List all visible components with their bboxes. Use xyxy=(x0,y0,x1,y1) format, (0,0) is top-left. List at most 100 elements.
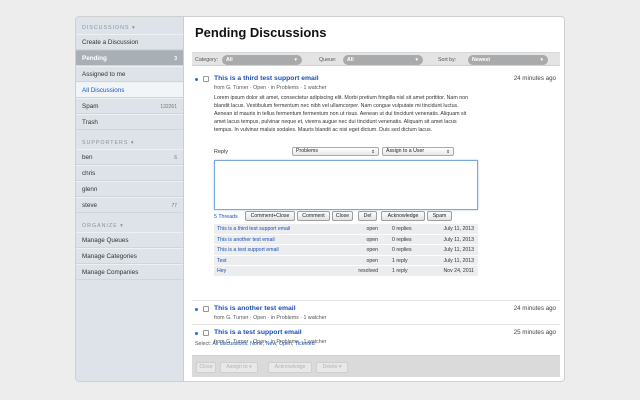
related-thread-replies: 0 replies xyxy=(392,236,412,243)
related-thread-row[interactable]: This is a test support email open 0 repl… xyxy=(214,245,478,256)
sidebar-item-label: glenn xyxy=(82,186,98,193)
bulk-close-button[interactable]: Close xyxy=(196,362,216,373)
app-window: DISCUSSIONS ▾ Create a Discussion Pendin… xyxy=(75,16,565,382)
queue-filter-select[interactable]: All ▼ xyxy=(343,55,423,65)
sidebar-section-discussions[interactable]: DISCUSSIONS ▾ xyxy=(76,17,183,34)
sidebar-item-supporter-ben[interactable]: ben 6 xyxy=(76,149,183,165)
related-thread-status: open xyxy=(366,236,378,243)
thread-checkbox[interactable] xyxy=(203,306,209,312)
unread-dot-icon xyxy=(195,78,198,81)
assign-user-select[interactable]: Assign to a User ⇕ xyxy=(382,147,454,156)
sidebar-item-manage-categories[interactable]: Manage Categories xyxy=(76,248,183,264)
select-none-link[interactable]: None xyxy=(250,341,263,347)
close-button[interactable]: Close xyxy=(332,211,353,221)
assign-user-value: Assign to a User xyxy=(386,148,425,154)
sidebar-item-label: Manage Companies xyxy=(82,269,139,276)
related-thread-title[interactable]: This is another test email xyxy=(217,235,275,246)
bulk-delete-button[interactable]: Delete ▾ xyxy=(316,362,348,373)
related-thread-title[interactable]: Test xyxy=(217,256,227,267)
sidebar-item-manage-queues[interactable]: Manage Queues xyxy=(76,232,183,248)
bulk-actions-bar: Close Assign to ▾ Acknowledge Delete ▾ xyxy=(192,355,560,377)
sidebar-item-supporter-steve[interactable]: steve 77 xyxy=(76,197,183,213)
thread-checkbox[interactable] xyxy=(203,76,209,82)
queue-filter-value: All xyxy=(347,57,354,63)
queue-filter-label: Queue: xyxy=(319,57,337,63)
select-all-link[interactable]: All discussions xyxy=(212,341,247,347)
related-thread-status: open xyxy=(366,257,378,264)
sidebar-item-assigned-to-me[interactable]: Assigned to me xyxy=(76,66,183,82)
bulk-acknowledge-button[interactable]: Acknowledge xyxy=(268,362,312,373)
related-thread-title[interactable]: This is a test support email xyxy=(217,245,279,256)
related-thread-status: open xyxy=(366,247,378,253)
chevron-down-icon: ▼ xyxy=(414,57,419,62)
sidebar-item-label: steve xyxy=(82,202,98,209)
select-prefix: Select: xyxy=(195,341,212,347)
related-thread-replies: 0 replies xyxy=(392,226,412,232)
related-thread-title[interactable]: Hey xyxy=(217,266,226,277)
threads-count-link[interactable]: 5 Threads xyxy=(214,214,238,220)
unread-dot-icon xyxy=(195,308,198,311)
delete-button[interactable]: Del xyxy=(358,211,377,221)
sort-value: Newest xyxy=(472,57,491,63)
sidebar-section-supporters[interactable]: SUPPORTERS ▾ xyxy=(76,130,183,149)
sidebar-item-spam[interactable]: Spam 132261 xyxy=(76,98,183,114)
sidebar-item-trash[interactable]: Trash xyxy=(76,114,183,130)
related-thread-date: July 11, 2013 xyxy=(443,236,474,243)
related-thread-row[interactable]: Test open 1 reply July 11, 2013 xyxy=(214,255,478,267)
category-filter-label: Category: xyxy=(195,57,218,63)
sort-label: Sort by: xyxy=(438,57,457,63)
acknowledge-button[interactable]: Acknowledge xyxy=(381,211,425,221)
thread-meta: from G. Turner · Open · in Problems · 1 … xyxy=(214,85,327,91)
sidebar-item-label: All Discussions xyxy=(82,87,125,94)
chevron-down-icon: ▼ xyxy=(293,57,298,62)
sidebar-item-label: chris xyxy=(82,170,96,177)
reply-category-select[interactable]: Problems ⇕ xyxy=(292,147,379,156)
thread-title[interactable]: This is a test support email xyxy=(214,329,302,336)
chevron-down-icon: ⇕ xyxy=(446,149,450,154)
related-thread-row[interactable]: Hey resolved 1 reply Nov 24, 2011 xyxy=(214,266,478,277)
sidebar-item-label: Manage Categories xyxy=(82,253,137,260)
sidebar-item-label: Trash xyxy=(82,119,98,126)
related-thread-title[interactable]: This is a third test support email xyxy=(217,224,290,235)
sidebar-item-pending[interactable]: Pending 3 xyxy=(76,50,183,66)
filter-bar: Category: All ▼ Queue: All ▼ Sort by: Ne… xyxy=(192,52,560,66)
chevron-down-icon: ▼ xyxy=(539,57,544,62)
sidebar-item-supporter-chris[interactable]: chris xyxy=(76,165,183,181)
comment-close-button[interactable]: Comment+Close xyxy=(245,211,295,221)
chevron-down-icon: ⇕ xyxy=(371,149,375,154)
select-ticketed-link[interactable]: Ticketed xyxy=(295,341,315,347)
sidebar-item-supporter-glenn[interactable]: glenn xyxy=(76,181,183,197)
select-open-link[interactable]: Open xyxy=(279,341,292,347)
category-filter-select[interactable]: All ▼ xyxy=(222,55,302,65)
select-line: Select: All discussions, None, New, Open… xyxy=(195,341,315,347)
related-thread-status: open xyxy=(366,226,378,232)
thread-body: Lorem ipsum dolor sit amet, consectetur … xyxy=(214,95,469,133)
comment-button[interactable]: Comment xyxy=(297,211,330,221)
related-thread-replies: 0 replies xyxy=(392,247,412,253)
sidebar-section-organize[interactable]: ORGANIZE ▾ xyxy=(76,213,183,232)
sidebar-item-all-discussions[interactable]: All Discussions xyxy=(76,82,183,98)
thread-checkbox[interactable] xyxy=(203,330,209,336)
sidebar-item-label: Manage Queues xyxy=(82,237,129,244)
sidebar-item-count: 3 xyxy=(174,56,177,62)
sidebar-item-create-discussion[interactable]: Create a Discussion xyxy=(76,34,183,50)
sort-select[interactable]: Newest ▼ xyxy=(468,55,548,65)
select-new-link[interactable]: New xyxy=(266,341,276,347)
related-thread-date: Nov 24, 2011 xyxy=(443,268,474,274)
sidebar-item-label: Pending xyxy=(82,55,107,62)
spam-button[interactable]: Spam xyxy=(427,211,452,221)
thread-item: This is a third test support email 24 mi… xyxy=(192,72,560,302)
sidebar-item-count: 77 xyxy=(171,203,177,209)
sidebar-item-manage-companies[interactable]: Manage Companies xyxy=(76,264,183,280)
reply-textarea[interactable] xyxy=(214,160,478,210)
related-thread-row[interactable]: This is another test email open 0 replie… xyxy=(214,234,478,246)
related-thread-date: July 11, 2013 xyxy=(443,226,474,232)
related-thread-date: July 11, 2013 xyxy=(443,247,474,253)
thread-meta: from G. Turner · Open · in Problems · 1 … xyxy=(214,315,327,321)
thread-title[interactable]: This is a third test support email xyxy=(214,75,319,82)
divider xyxy=(192,300,560,301)
bulk-assign-button[interactable]: Assign to ▾ xyxy=(220,362,258,373)
related-thread-row[interactable]: This is a third test support email open … xyxy=(214,224,478,235)
thread-title[interactable]: This is another test email xyxy=(214,305,296,312)
sidebar-item-count: 6 xyxy=(174,155,177,161)
